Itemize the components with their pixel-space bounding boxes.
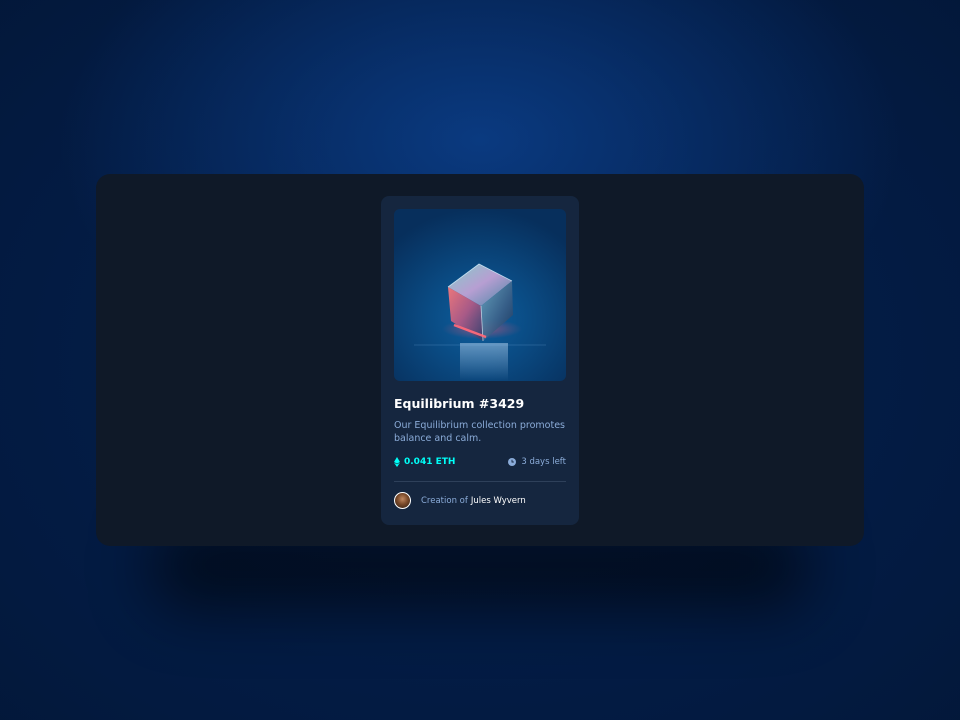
time-left-value: 3 days left — [521, 457, 566, 467]
nft-meta: 0.041 ETH 3 days left — [394, 455, 566, 469]
nft-description: Our Equilibrium collection promotes bala… — [394, 420, 565, 444]
avatar — [394, 492, 411, 509]
price: 0.041 ETH — [394, 457, 455, 467]
ethereum-icon — [394, 457, 400, 467]
creator-prefix: Creation of — [421, 495, 468, 506]
cube-illustration — [414, 263, 546, 381]
price-value: 0.041 ETH — [404, 457, 456, 467]
time-remaining: 3 days left — [508, 457, 566, 467]
nft-card: Equilibrium #3429 Our Equilibrium collec… — [381, 196, 579, 525]
nft-title[interactable]: Equilibrium #3429 — [394, 396, 566, 411]
divider — [394, 481, 566, 482]
creator-row: Creation of Jules Wyvern — [394, 492, 566, 509]
clock-icon — [508, 458, 517, 466]
creator-name-link[interactable]: Jules Wyvern — [471, 496, 526, 506]
nft-image[interactable] — [394, 209, 566, 381]
